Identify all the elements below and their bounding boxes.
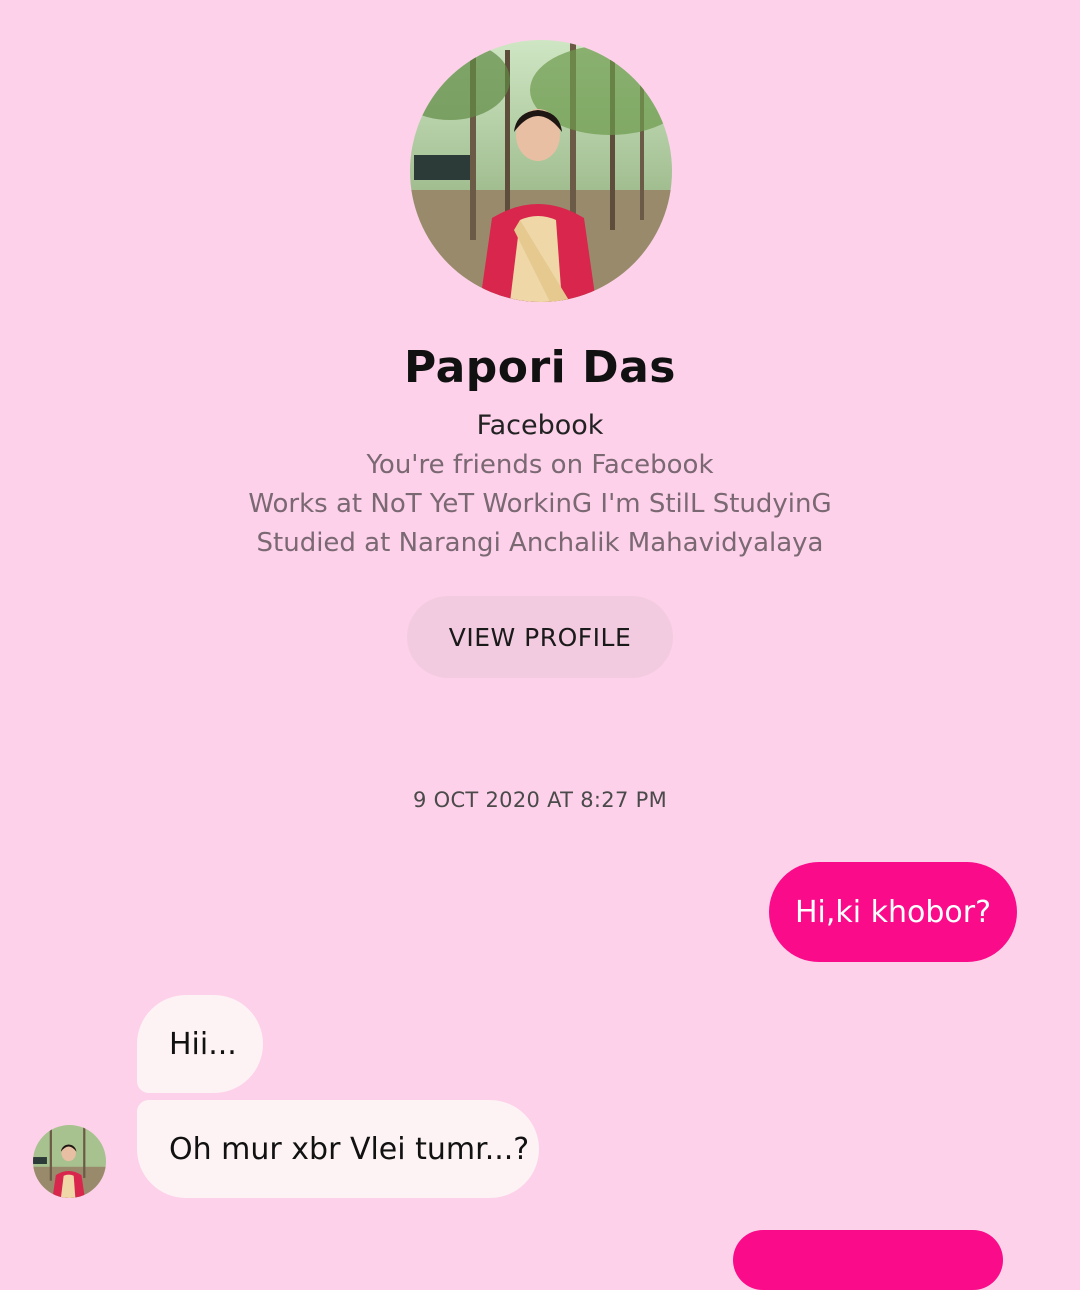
contact-platform: Facebook <box>476 410 604 441</box>
profile-photo-icon <box>410 40 672 302</box>
incoming-message[interactable]: Hii... <box>137 995 263 1093</box>
incoming-message[interactable]: Oh mur xbr Vlei tumr...? <box>137 1100 539 1198</box>
outgoing-message[interactable]: Hi,ki khobor? <box>769 862 1017 962</box>
sender-avatar[interactable] <box>33 1125 106 1198</box>
conversation-timestamp: 9 OCT 2020 AT 8:27 PM <box>412 788 667 812</box>
education-info: Studied at Narangi Anchalik Mahavidyalay… <box>256 528 824 558</box>
friendship-info: You're friends on Facebook <box>366 450 714 480</box>
work-info: Works at NoT YeT WorkinG I'm StilL Study… <box>248 489 832 519</box>
profile-photo-icon <box>33 1125 106 1198</box>
outgoing-message-partial[interactable] <box>733 1230 1003 1290</box>
contact-name: Papori Das <box>404 342 676 393</box>
profile-avatar[interactable] <box>410 40 672 302</box>
view-profile-button[interactable]: VIEW PROFILE <box>407 596 673 678</box>
